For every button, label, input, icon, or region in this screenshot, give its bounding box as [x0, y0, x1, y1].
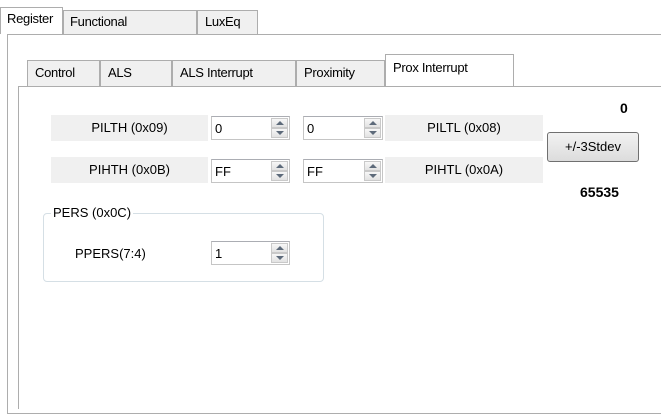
tab-als-interrupt[interactable]: ALS Interrupt: [172, 60, 296, 86]
tab-functional[interactable]: Functional: [63, 10, 197, 34]
pilth-input[interactable]: [215, 119, 255, 137]
arrow-down-icon: [369, 131, 377, 135]
tab-als[interactable]: ALS: [100, 60, 172, 86]
tab-proximity[interactable]: Proximity: [296, 60, 385, 86]
arrow-down-icon: [369, 174, 377, 178]
ppers-input[interactable]: [215, 244, 255, 262]
ppers-down-button[interactable]: [271, 253, 288, 263]
arrow-down-icon: [276, 131, 284, 135]
ppers-up-button[interactable]: [271, 243, 288, 253]
pihtl-label: PIHTL (0x0A): [385, 157, 543, 183]
high-threshold-value: 65535: [580, 184, 619, 200]
arrow-up-icon: [369, 121, 377, 125]
arrow-up-icon: [276, 121, 284, 125]
pihtl-up-button[interactable]: [364, 161, 381, 171]
tab-functional-label: Functional: [70, 14, 127, 29]
tab-register[interactable]: Register: [0, 7, 63, 34]
piltl-down-button[interactable]: [364, 128, 381, 138]
pihth-input[interactable]: [215, 162, 255, 180]
piltl-up-button[interactable]: [364, 118, 381, 128]
ppers-label: PPERS(7:4): [75, 246, 146, 261]
arrow-down-icon: [276, 256, 284, 260]
pihtl-down-button[interactable]: [364, 171, 381, 181]
arrow-up-icon: [276, 164, 284, 168]
tab-control[interactable]: Control: [27, 60, 100, 86]
piltl-spinner[interactable]: [303, 116, 383, 140]
piltl-label: PILTL (0x08): [385, 115, 543, 141]
piltl-input[interactable]: [307, 119, 347, 137]
pilth-up-button[interactable]: [271, 118, 288, 128]
pilth-label: PILTH (0x09): [51, 115, 208, 141]
low-threshold-value: 0: [620, 100, 628, 116]
pilth-down-button[interactable]: [271, 128, 288, 138]
stdev-button[interactable]: +/-3Stdev: [547, 132, 639, 162]
pihth-up-button[interactable]: [271, 161, 288, 171]
arrow-up-icon: [369, 164, 377, 168]
tab-prox-interrupt[interactable]: Prox Interrupt: [385, 54, 514, 86]
arrow-down-icon: [276, 174, 284, 178]
pihtl-input[interactable]: [307, 162, 347, 180]
ppers-spinner[interactable]: [211, 241, 290, 265]
pihth-down-button[interactable]: [271, 171, 288, 181]
tab-luxeq[interactable]: LuxEq: [197, 10, 258, 34]
pihth-spinner[interactable]: [211, 159, 290, 183]
pihth-label: PIHTH (0x0B): [51, 157, 208, 183]
arrow-up-icon: [276, 246, 284, 250]
pihtl-spinner[interactable]: [303, 159, 383, 183]
pers-group-title: PERS (0x0C): [51, 203, 134, 223]
pilth-spinner[interactable]: [211, 116, 290, 140]
tab-luxeq-label: LuxEq: [205, 14, 241, 29]
